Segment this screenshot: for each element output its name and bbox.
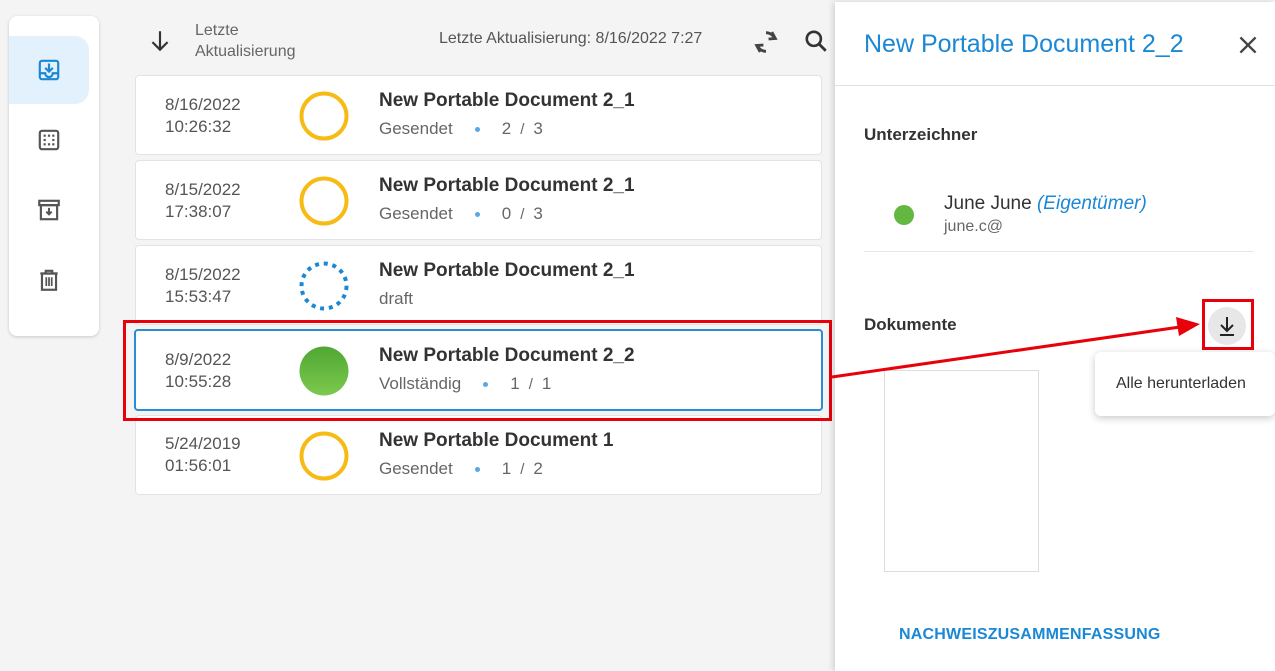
sort-direction-arrow-icon[interactable] [147,28,173,54]
inbox-download-icon [38,59,60,81]
pending-ring-icon [299,91,349,141]
document-row[interactable]: 5/24/2019 01:56:01 New Portable Document … [135,415,822,495]
document-status-line: Gesendet 1/2 [379,459,543,479]
document-title: New Portable Document 1 [379,430,614,451]
rail-archive-button[interactable] [9,176,89,244]
rail-templates-button[interactable] [9,106,89,174]
refresh-icon[interactable] [752,28,780,56]
signer-name: June June [944,193,1032,214]
document-status: Gesendet [379,119,453,138]
close-icon[interactable] [1235,32,1261,58]
document-status: Vollständig [379,374,462,393]
document-title: New Portable Document 2_1 [379,90,635,111]
separator-dot [474,466,480,472]
panel-title: New Portable Document 2_2 [864,30,1184,58]
signature-count: 2/3 [501,119,543,138]
download-arrow-icon [1220,317,1234,336]
pending-ring-icon [299,431,349,481]
document-date: 5/24/2019 01:56:01 [165,434,241,475]
document-status: Gesendet [379,204,453,223]
signer-role: (Eigentümer) [1036,193,1147,214]
signature-count: 1/1 [510,374,552,393]
signer-name-line: June June (Eigentümer) [944,193,1147,215]
document-status: Gesendet [379,459,453,478]
navigation-rail [9,16,99,336]
document-row[interactable]: 8/15/2022 17:38:07 New Portable Document … [135,160,822,240]
document-title: New Portable Document 2_1 [379,175,635,196]
separator-dot [483,381,489,387]
document-row[interactable]: 8/15/2022 15:53:47 New Portable Document … [135,245,822,325]
document-title: New Portable Document 2_2 [379,345,635,366]
document-status-line: draft [379,289,413,309]
document-row-selected[interactable]: 8/9/2022 10:55:28 New Portable Document 2… [134,329,823,411]
document-status-line: Gesendet 0/3 [379,204,543,224]
sort-label[interactable]: Letzte Aktualisierung [195,20,325,62]
document-row[interactable]: 8/16/2022 10:26:32 New Portable Document … [135,75,822,155]
pending-ring-icon [299,176,349,226]
trash-icon [40,269,58,291]
grid-dots-icon [38,129,60,151]
separator-dot [474,211,480,217]
document-status: draft [379,289,414,308]
download-all-button[interactable] [1208,307,1246,345]
signers-heading: Unterzeichner [864,125,978,144]
panel-divider [835,85,1275,86]
complete-filled-circle-icon [299,346,349,396]
archive-icon [38,199,60,221]
document-detail-panel: New Portable Document 2_2 Unterzeichner … [835,2,1275,671]
signer-email: june.c@ [944,218,1003,235]
document-title: New Portable Document 2_1 [379,260,635,281]
document-status-line: Gesendet 2/3 [379,119,543,139]
last-updated-text: Letzte Aktualisierung: 8/16/2022 7:27 [439,30,703,47]
draft-dashed-ring-icon [299,261,349,311]
search-icon[interactable] [803,28,829,54]
rail-inbox-button[interactable] [9,36,89,104]
download-tooltip: Alle herunterladen [1095,352,1275,416]
document-date: 8/9/2022 10:55:28 [165,350,232,391]
rail-trash-button[interactable] [9,246,89,314]
signer-divider [864,251,1254,252]
signer-status-dot [894,205,914,225]
document-status-line: Vollständig 1/1 [379,374,551,394]
proof-summary-link[interactable]: NACHWEISZUSAMMENFASSUNG [899,626,1161,644]
documents-heading: Dokumente [864,315,957,334]
document-thumbnail[interactable] [884,370,1039,572]
separator-dot [474,126,480,132]
document-date: 8/16/2022 10:26:32 [165,95,241,136]
signature-count: 1/2 [501,459,543,478]
document-date: 8/15/2022 17:38:07 [165,180,241,221]
signature-count: 0/3 [501,204,543,223]
document-date: 8/15/2022 15:53:47 [165,265,241,306]
